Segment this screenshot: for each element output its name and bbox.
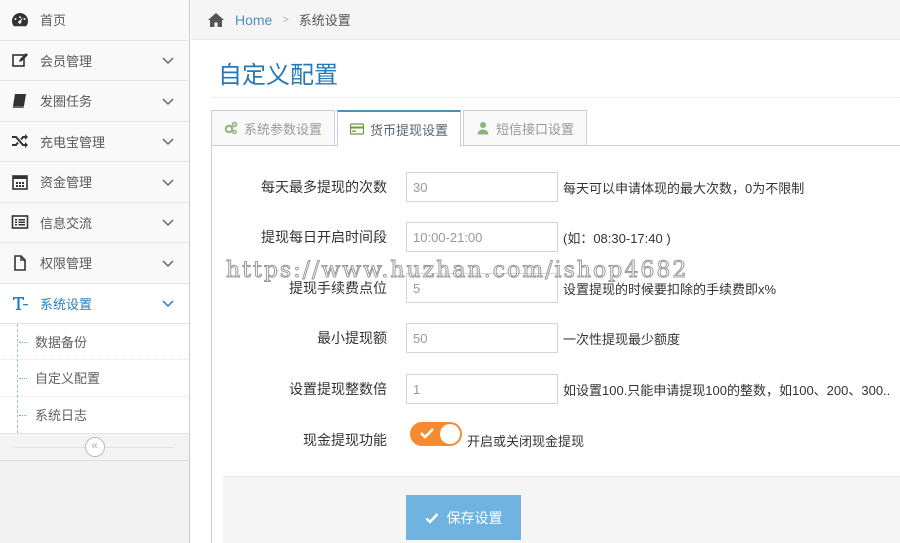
page-title: 自定义配置 bbox=[218, 62, 338, 89]
form-help-text: 如设置100.只能申请提现100的整数，如100、200、300.. bbox=[563, 382, 891, 398]
submenu-item-label: 自定义配置 bbox=[35, 371, 101, 387]
form-row-multiple: 设置提现整数倍 如设置100.只能申请提现100的整数，如100、200、300… bbox=[212, 374, 900, 404]
sidebar-collapse-bar: « bbox=[0, 433, 189, 461]
sidebar-item-tasks[interactable]: 发圈任务 bbox=[0, 81, 189, 122]
form-help-text: 每天可以申请体现的最大次数，0为不限制 bbox=[563, 180, 805, 196]
submenu-item-system-log[interactable]: 系统日志 bbox=[0, 397, 189, 433]
min-withdrawal-amount-input[interactable] bbox=[406, 323, 558, 353]
chevron-down-icon bbox=[162, 57, 174, 65]
submenu-item-label: 系统日志 bbox=[35, 408, 88, 424]
withdrawal-fee-rate-input[interactable] bbox=[406, 273, 558, 303]
form-row-max-withdrawals: 每天最多提现的次数 每天可以申请体现的最大次数，0为不限制 bbox=[212, 172, 900, 202]
sidebar-item-label: 信息交流 bbox=[40, 215, 93, 231]
list-alt-icon bbox=[0, 213, 40, 231]
save-button-label: 保存设置 bbox=[446, 509, 503, 526]
withdrawal-multiple-input[interactable] bbox=[406, 374, 558, 404]
submenu-item-backup[interactable]: 数据备份 bbox=[0, 324, 189, 361]
tab-bar: 系统参数设置 货币提现设置 短信接口设置 bbox=[211, 110, 900, 147]
file-icon bbox=[0, 254, 40, 272]
tab-label: 系统参数设置 bbox=[244, 121, 323, 137]
home-icon bbox=[208, 12, 224, 27]
breadcrumb-home-link[interactable]: Home bbox=[235, 12, 272, 28]
sidebar-item-members[interactable]: 会员管理 bbox=[0, 40, 189, 81]
check-icon bbox=[425, 512, 438, 524]
sidebar-item-powerbank[interactable]: 充电宝管理 bbox=[0, 121, 189, 162]
form-help-text: 一次性提现最少额度 bbox=[563, 331, 681, 347]
form-label: 设置提现整数倍 bbox=[289, 381, 387, 397]
form-help-text: 开启或关闭现金提现 bbox=[467, 433, 585, 449]
sidebar-item-settings[interactable]: 系统设置 bbox=[0, 283, 189, 324]
submenu-item-custom-config[interactable]: 自定义配置 bbox=[0, 360, 189, 397]
calendar-icon bbox=[0, 173, 40, 191]
chevron-down-icon bbox=[162, 219, 174, 227]
form-help-text: (如：08:30-17:40 ) bbox=[563, 230, 671, 246]
sidebar-item-permissions[interactable]: 权限管理 bbox=[0, 243, 189, 284]
breadcrumb-current: 系统设置 bbox=[298, 13, 351, 28]
sidebar-item-finance[interactable]: 资金管理 bbox=[0, 162, 189, 203]
sidebar-item-label: 充电宝管理 bbox=[40, 134, 106, 150]
tab-content: 每天最多提现的次数 每天可以申请体现的最大次数，0为不限制 提现每日开启时间段 … bbox=[211, 146, 900, 543]
sidebar-item-messages[interactable]: 信息交流 bbox=[0, 202, 189, 243]
cogs-icon bbox=[224, 121, 238, 135]
form-label: 现金提现功能 bbox=[303, 432, 387, 448]
dashboard-icon bbox=[0, 11, 40, 29]
tab-label: 短信接口设置 bbox=[496, 121, 575, 137]
breadcrumb-separator-icon: > bbox=[282, 13, 289, 26]
sidebar-item-label: 权限管理 bbox=[40, 256, 93, 272]
page-header: 自定义配置 bbox=[211, 40, 900, 98]
sidebar-item-label: 首页 bbox=[40, 13, 67, 29]
form-label: 提现每日开启时间段 bbox=[261, 229, 387, 245]
double-chevron-left-icon: « bbox=[91, 440, 98, 453]
chevron-down-icon bbox=[162, 300, 174, 308]
form-row-min-amount: 最小提现额 一次性提现最少额度 bbox=[212, 323, 900, 353]
tab-label: 货币提现设置 bbox=[370, 122, 449, 138]
form-label: 提现手续费点位 bbox=[289, 280, 387, 296]
credit-card-icon bbox=[350, 123, 365, 135]
form-row-fee-rate: 提现手续费点位 设置提现的时候要扣除的手续费即x% bbox=[212, 273, 900, 303]
tab-system-params[interactable]: 系统参数设置 bbox=[211, 110, 336, 146]
sidebar-item-label: 系统设置 bbox=[40, 296, 93, 312]
cash-withdrawal-toggle[interactable] bbox=[410, 422, 462, 446]
sidebar-item-label: 会员管理 bbox=[40, 53, 93, 69]
edit-icon bbox=[0, 51, 40, 69]
chevron-down-icon bbox=[162, 98, 174, 105]
breadcrumb: Home > 系统设置 bbox=[191, 0, 900, 40]
form-row-cash-switch: 现金提现功能 开启或关闭现金提现 bbox=[212, 422, 900, 455]
form-row-time-window: 提现每日开启时间段 (如：08:30-17:40 ) bbox=[212, 222, 900, 252]
form-label: 最小提现额 bbox=[317, 330, 387, 346]
max-daily-withdrawals-input[interactable] bbox=[406, 172, 558, 202]
form-actions: 保存设置 bbox=[223, 476, 900, 543]
submenu-item-label: 数据备份 bbox=[35, 335, 88, 351]
sidebar-item-label: 资金管理 bbox=[40, 175, 93, 191]
text-height-icon bbox=[0, 294, 40, 312]
sidebar-submenu: 数据备份 自定义配置 系统日志 bbox=[0, 324, 189, 434]
collapse-sidebar-button[interactable]: « bbox=[84, 436, 105, 457]
tab-withdrawal-settings[interactable]: 货币提现设置 bbox=[337, 110, 462, 147]
sidebar-item-home[interactable]: 首页 bbox=[0, 0, 189, 41]
form-label: 每天最多提现的次数 bbox=[261, 179, 387, 195]
toggle-knob bbox=[440, 424, 460, 444]
sidebar: 首页 会员管理 发圈任务 充电宝管理 资金管理 信息交流 权限管理 系统设置 数… bbox=[0, 0, 190, 543]
sidebar-item-label: 发圈任务 bbox=[40, 94, 93, 110]
save-button[interactable]: 保存设置 bbox=[406, 495, 521, 540]
chevron-down-icon bbox=[162, 138, 174, 146]
withdrawal-time-window-input[interactable] bbox=[406, 222, 558, 252]
user-icon bbox=[477, 122, 489, 135]
random-icon bbox=[0, 132, 40, 150]
book-icon bbox=[0, 92, 40, 110]
form-help-text: 设置提现的时候要扣除的手续费即x% bbox=[563, 281, 777, 297]
tab-sms-interface[interactable]: 短信接口设置 bbox=[463, 110, 588, 146]
check-icon bbox=[420, 428, 434, 439]
chevron-down-icon bbox=[162, 179, 174, 186]
chevron-down-icon bbox=[162, 260, 174, 267]
